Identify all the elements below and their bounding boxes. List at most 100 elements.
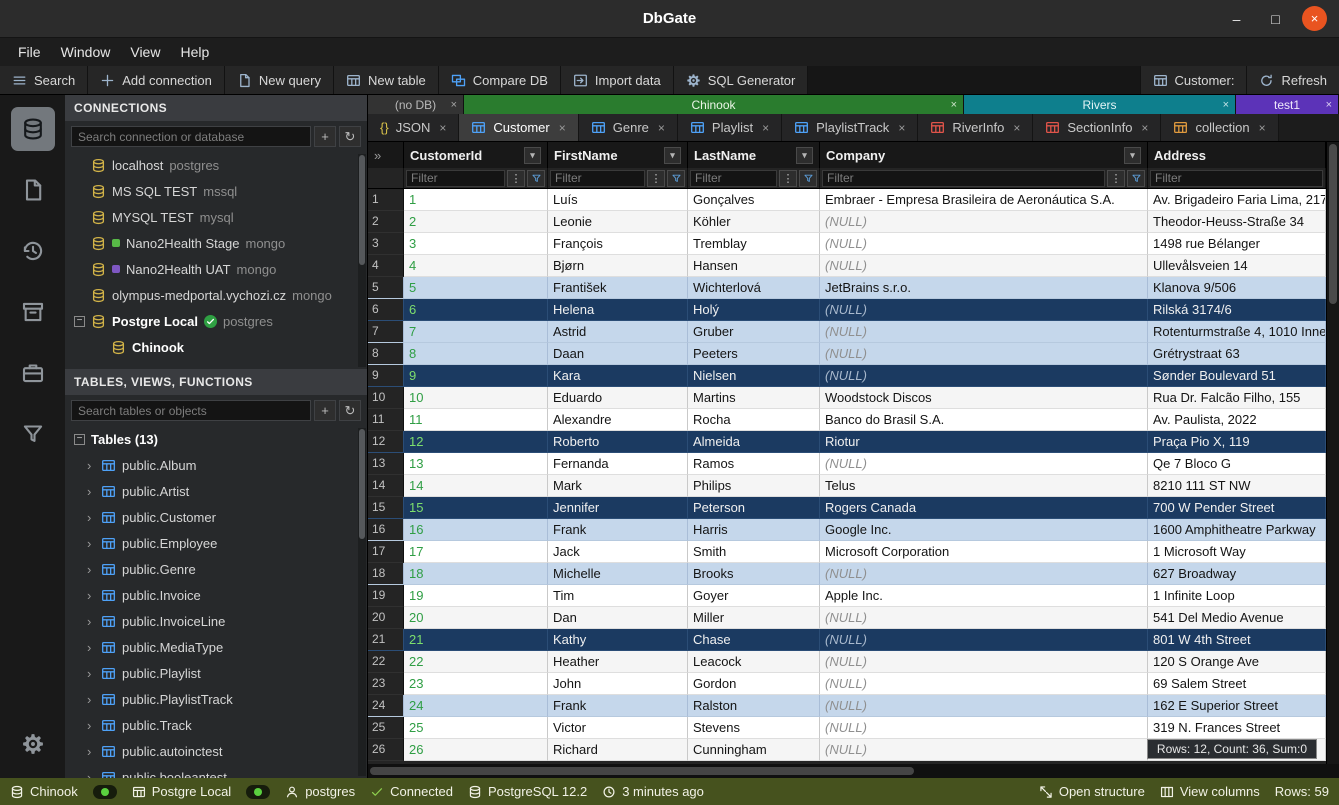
- cell-lastname[interactable]: Martins: [688, 387, 820, 409]
- toolbar-button-import-data[interactable]: Import data: [561, 66, 674, 94]
- tab-customer[interactable]: Customer×: [459, 114, 578, 141]
- cell-customerid[interactable]: 6: [404, 299, 548, 321]
- tab-riverinfo[interactable]: RiverInfo×: [918, 114, 1033, 141]
- cell-company[interactable]: (NULL): [820, 233, 1148, 255]
- cell-firstname[interactable]: Leonie: [548, 211, 688, 233]
- cell-lastname[interactable]: Wichterlová: [688, 277, 820, 299]
- cell-company[interactable]: Microsoft Corporation: [820, 541, 1148, 563]
- row-number[interactable]: 17: [368, 541, 404, 563]
- cell-customerid[interactable]: 4: [404, 255, 548, 277]
- cell-customerid[interactable]: 23: [404, 673, 548, 695]
- cell-firstname[interactable]: František: [548, 277, 688, 299]
- cell-customerid[interactable]: 12: [404, 431, 548, 453]
- cell-address[interactable]: Sønder Boulevard 51: [1148, 365, 1326, 387]
- cell-firstname[interactable]: Jennifer: [548, 497, 688, 519]
- filter-input-lastname[interactable]: [690, 170, 777, 187]
- cell-address[interactable]: 8210 111 ST NW: [1148, 475, 1326, 497]
- tables-scrollbar[interactable]: [358, 428, 366, 776]
- tab-close-icon[interactable]: ×: [451, 99, 457, 111]
- status-connected[interactable]: Connected: [370, 784, 453, 799]
- collapse-expander-icon[interactable]: −: [74, 434, 85, 445]
- row-number[interactable]: 13: [368, 453, 404, 475]
- cell-lastname[interactable]: Philips: [688, 475, 820, 497]
- cell-firstname[interactable]: Eduardo: [548, 387, 688, 409]
- connection-item-postgre-local[interactable]: −Postgre Localpostgres: [65, 308, 367, 334]
- cell-lastname[interactable]: Miller: [688, 607, 820, 629]
- cell-company[interactable]: (NULL): [820, 673, 1148, 695]
- cell-company[interactable]: (NULL): [820, 651, 1148, 673]
- toolbar-button-refresh[interactable]: Refresh: [1246, 66, 1339, 94]
- column-header-address[interactable]: Address: [1148, 142, 1326, 168]
- cell-customerid[interactable]: 3: [404, 233, 548, 255]
- cell-address[interactable]: Rua Dr. Falcão Filho, 155: [1148, 387, 1326, 409]
- cell-lastname[interactable]: Köhler: [688, 211, 820, 233]
- cell-address[interactable]: 319 N. Frances Street: [1148, 717, 1326, 739]
- row-number[interactable]: 5: [368, 277, 404, 299]
- close-button[interactable]: ×: [1302, 6, 1327, 31]
- cell-lastname[interactable]: Gonçalves: [688, 189, 820, 211]
- cell-lastname[interactable]: Smith: [688, 541, 820, 563]
- cell-customerid[interactable]: 13: [404, 453, 548, 475]
- menu-item-view[interactable]: View: [120, 40, 170, 64]
- cell-lastname[interactable]: Harris: [688, 519, 820, 541]
- table-item-public-booleantest[interactable]: ›public.booleantest: [65, 764, 367, 778]
- add-table-plus-button[interactable]: +: [314, 400, 336, 421]
- filter-menu-button[interactable]: ⋮: [779, 170, 797, 187]
- connection-item-olympus-medportal-vychozi-cz[interactable]: olympus-medportal.vychozi.czmongo: [65, 282, 367, 308]
- column-dropdown-button[interactable]: ▾: [1124, 147, 1141, 164]
- cell-company[interactable]: (NULL): [820, 255, 1148, 277]
- cell-customerid[interactable]: 11: [404, 409, 548, 431]
- status-rows-59[interactable]: Rows: 59: [1275, 784, 1329, 799]
- cell-address[interactable]: 801 W 4th Street: [1148, 629, 1326, 651]
- cell-firstname[interactable]: Frank: [548, 519, 688, 541]
- cell-lastname[interactable]: Peeters: [688, 343, 820, 365]
- connections-scrollbar[interactable]: [358, 154, 366, 367]
- cell-address[interactable]: 541 Del Medio Avenue: [1148, 607, 1326, 629]
- table-item-public-album[interactable]: ›public.Album: [65, 452, 367, 478]
- cell-company[interactable]: (NULL): [820, 629, 1148, 651]
- connection-item-nano2health-stage[interactable]: Nano2Health Stagemongo: [65, 230, 367, 256]
- column-header-customerid[interactable]: CustomerId▾: [404, 142, 548, 168]
- cell-lastname[interactable]: Gruber: [688, 321, 820, 343]
- vertical-scrollbar[interactable]: [1326, 142, 1339, 764]
- column-header-lastname[interactable]: LastName▾: [688, 142, 820, 168]
- refresh-connections-button[interactable]: ↻: [339, 126, 361, 147]
- cell-firstname[interactable]: Fernanda: [548, 453, 688, 475]
- cell-address[interactable]: Av. Paulista, 2022: [1148, 409, 1326, 431]
- cell-firstname[interactable]: Helena: [548, 299, 688, 321]
- activity-item-filter[interactable]: [11, 412, 55, 456]
- cell-firstname[interactable]: Bjørn: [548, 255, 688, 277]
- status-open-structure[interactable]: Open structure: [1039, 784, 1145, 799]
- cell-lastname[interactable]: Hansen: [688, 255, 820, 277]
- cell-firstname[interactable]: Daan: [548, 343, 688, 365]
- row-number[interactable]: 14: [368, 475, 404, 497]
- status-postgre-local[interactable]: Postgre Local: [132, 784, 232, 799]
- table-item-public-autoinctest[interactable]: ›public.autoinctest: [65, 738, 367, 764]
- row-number[interactable]: 4: [368, 255, 404, 277]
- connection-item-nano2health-uat[interactable]: Nano2Health UATmongo: [65, 256, 367, 282]
- tab-close-icon[interactable]: ×: [1259, 121, 1266, 135]
- cell-lastname[interactable]: Peterson: [688, 497, 820, 519]
- cell-address[interactable]: Av. Brigadeiro Faria Lima, 2170: [1148, 189, 1326, 211]
- cell-firstname[interactable]: Michelle: [548, 563, 688, 585]
- cell-lastname[interactable]: Cunningham: [688, 739, 820, 761]
- status-chinook[interactable]: Chinook: [10, 784, 78, 799]
- connection-item-chinook[interactable]: Chinook: [65, 334, 367, 360]
- cell-firstname[interactable]: François: [548, 233, 688, 255]
- row-number[interactable]: 1: [368, 189, 404, 211]
- cell-lastname[interactable]: Brooks: [688, 563, 820, 585]
- cell-address[interactable]: 1 Infinite Loop: [1148, 585, 1326, 607]
- table-item-public-employee[interactable]: ›public.Employee: [65, 530, 367, 556]
- tab-close-icon[interactable]: ×: [1326, 99, 1332, 111]
- table-item-public-invoiceline[interactable]: ›public.InvoiceLine: [65, 608, 367, 634]
- cell-company[interactable]: (NULL): [820, 299, 1148, 321]
- cell-customerid[interactable]: 22: [404, 651, 548, 673]
- cell-address[interactable]: Rotenturmstraße 4, 1010 Innere Stadt: [1148, 321, 1326, 343]
- database-tab-chinook[interactable]: Chinook×: [464, 95, 964, 114]
- cell-lastname[interactable]: Leacock: [688, 651, 820, 673]
- row-number[interactable]: 16: [368, 519, 404, 541]
- cell-company[interactable]: (NULL): [820, 607, 1148, 629]
- toolbar-button-new-query[interactable]: New query: [225, 66, 334, 94]
- cell-company[interactable]: Woodstock Discos: [820, 387, 1148, 409]
- cell-firstname[interactable]: Frank: [548, 695, 688, 717]
